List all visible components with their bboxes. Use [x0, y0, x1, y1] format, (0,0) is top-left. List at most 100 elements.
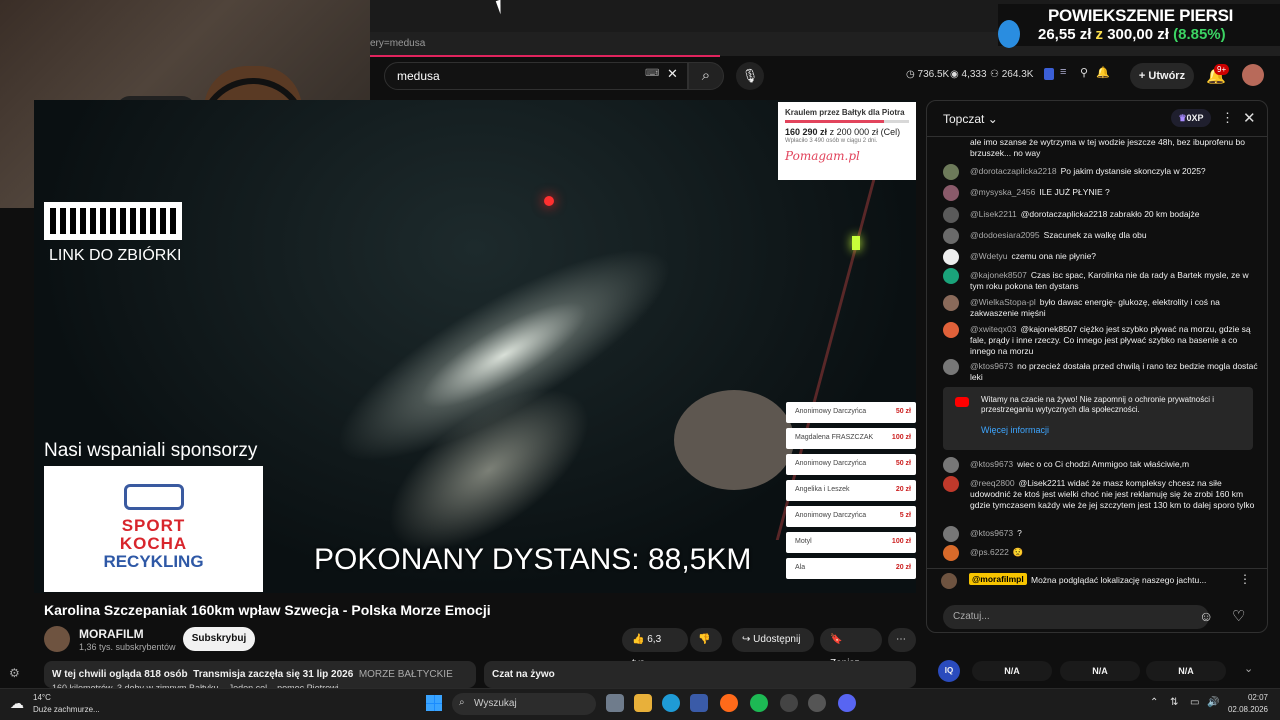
- donor-amount: 50 zł: [895, 408, 911, 415]
- donor-row: Ala 20 zł: [786, 558, 916, 579]
- extension-logo[interactable]: IQ: [938, 660, 960, 682]
- pinned-menu-icon[interactable]: ⋮: [1239, 572, 1251, 586]
- user-avatar[interactable]: [943, 249, 959, 265]
- obs-icon[interactable]: [780, 694, 798, 712]
- message-author[interactable]: @dorotaczaplicka2218: [970, 166, 1057, 176]
- donor-amount: 5 zł: [899, 512, 911, 519]
- fundraiser-brand: Pomagam.pl: [785, 149, 860, 163]
- taskbar-search[interactable]: ⌕ Wyszukaj: [452, 693, 596, 715]
- network-icon[interactable]: ⇅: [1170, 697, 1178, 708]
- search-input[interactable]: medusa ⌨ ✕: [384, 62, 688, 90]
- message-author[interactable]: @ktos9673: [970, 528, 1013, 538]
- arrow-icon: [998, 20, 1020, 48]
- store-icon[interactable]: [690, 694, 708, 712]
- volume-icon[interactable]: 🔊: [1207, 697, 1219, 708]
- keyboard-icon[interactable]: ⌨: [645, 68, 659, 79]
- channel-avatar[interactable]: [44, 626, 70, 652]
- message-author[interactable]: @WielkaStopa-pl: [970, 297, 1036, 307]
- pinned-author[interactable]: @morafilmpl: [969, 573, 1027, 585]
- extension-icon[interactable]: [1044, 68, 1054, 80]
- chat-input[interactable]: Czatuj...: [943, 605, 1209, 629]
- user-avatar[interactable]: [943, 457, 959, 473]
- create-button[interactable]: + Utwórz: [1130, 63, 1194, 89]
- chevron-down-icon: ⌄: [987, 112, 998, 126]
- alert-icon[interactable]: 🔔: [1096, 66, 1110, 79]
- task-view-icon[interactable]: [606, 694, 624, 712]
- xp-value: 0XP: [1186, 113, 1204, 123]
- list-icon[interactable]: ≡: [1060, 66, 1066, 78]
- discord-icon[interactable]: [838, 694, 856, 712]
- cloud-icon[interactable]: ☁: [10, 695, 24, 712]
- user-avatar[interactable]: [943, 228, 959, 244]
- emoji-icon[interactable]: ☺: [1199, 608, 1213, 624]
- user-avatar[interactable]: [943, 185, 959, 201]
- crown-icon: ♛: [1178, 113, 1187, 123]
- stat-subs: ⚇ 264.3K: [990, 69, 1033, 80]
- message-author[interactable]: @reeq2800: [970, 478, 1015, 488]
- stat-watchtime: ◷ 736.5K: [906, 69, 949, 80]
- user-avatar[interactable]: [943, 207, 959, 223]
- account-avatar[interactable]: [1242, 64, 1264, 86]
- donor-name: Anonimowy Darczyńca: [795, 512, 867, 519]
- user-avatar[interactable]: [943, 526, 959, 542]
- chevron-down-icon[interactable]: ⌄: [1244, 662, 1253, 675]
- video-player[interactable]: LINK DO ZBIÓRKI Nasi wspaniali sponsorzy…: [34, 100, 916, 593]
- channel-name[interactable]: MORAFILM: [79, 627, 144, 641]
- location-tag[interactable]: MORZE BAŁTYCKIE: [359, 669, 453, 680]
- donor-amount: 20 zł: [895, 486, 911, 493]
- weather-temp[interactable]: 14°C: [33, 693, 51, 702]
- user-avatar[interactable]: [943, 268, 959, 284]
- donor-name: Anonimowy Darczyńca: [795, 460, 867, 467]
- message-author[interactable]: @mysyska_2456: [970, 187, 1035, 197]
- sponsor-logo: SPORT KOCHA RECYKLING: [44, 466, 263, 592]
- message-author[interactable]: @Wdetyu: [970, 251, 1007, 261]
- bike-icon: [123, 484, 184, 510]
- close-icon[interactable]: ✕: [1243, 109, 1256, 127]
- chat-mode-dropdown[interactable]: Topczat ⌄: [943, 112, 998, 126]
- chat-menu-icon[interactable]: ⋮: [1221, 110, 1234, 126]
- message-author[interactable]: @kajonek8507: [970, 270, 1027, 280]
- gear-icon[interactable]: ⚙: [9, 666, 20, 680]
- weather-desc[interactable]: Duże zachmurze...: [33, 705, 100, 714]
- message-author[interactable]: @xwiteqx03: [970, 324, 1016, 334]
- user-avatar[interactable]: [943, 359, 959, 375]
- more-actions-button[interactable]: ⋯: [888, 628, 916, 652]
- clock-date[interactable]: 02.08.2026: [1222, 705, 1268, 714]
- more-info-link[interactable]: Więcej informacji: [981, 425, 1049, 435]
- xp-badge[interactable]: ♛0XP: [1171, 109, 1211, 127]
- message-author[interactable]: @ktos9673: [970, 361, 1013, 371]
- edge-icon[interactable]: [662, 694, 680, 712]
- windows-start-icon[interactable]: [426, 695, 442, 711]
- price-goal: 300,00 zł: [1107, 26, 1169, 43]
- file-explorer-icon[interactable]: [634, 694, 652, 712]
- user-avatar[interactable]: [943, 545, 959, 561]
- save-button[interactable]: 🔖 Zapisz: [820, 628, 882, 669]
- pin-icon[interactable]: ⚲: [1080, 66, 1088, 79]
- user-avatar[interactable]: [943, 322, 959, 338]
- chevron-up-icon[interactable]: ⌃: [1150, 697, 1158, 708]
- user-avatar[interactable]: [943, 295, 959, 311]
- share-button[interactable]: ↪ Udostępnij: [732, 628, 814, 652]
- sponsors-label: Nasi wspaniali sponsorzy: [44, 440, 258, 461]
- message-author[interactable]: @dodoesiara2095: [970, 230, 1040, 240]
- heart-icon[interactable]: ♡: [1232, 607, 1245, 625]
- monitor-icon[interactable]: ▭: [1190, 697, 1199, 708]
- settings-icon[interactable]: [808, 694, 826, 712]
- voice-search-button[interactable]: 🎙: [736, 62, 764, 90]
- live-chat-header[interactable]: Czat na żywo: [484, 661, 916, 688]
- message-author[interactable]: @Lisek2211: [970, 209, 1017, 219]
- message-author[interactable]: @ps.6222: [970, 547, 1009, 557]
- spotify-icon[interactable]: [750, 694, 768, 712]
- search-button[interactable]: ⌕: [688, 62, 724, 90]
- message-author[interactable]: @ktos9673: [970, 459, 1013, 469]
- pinned-text: Można podglądać lokalizację naszego jach…: [1031, 575, 1207, 585]
- subscribe-button[interactable]: Subskrybuj: [183, 627, 255, 651]
- clear-search-icon[interactable]: ✕: [667, 66, 678, 82]
- like-button[interactable]: 👍 6,3 tys.: [622, 628, 688, 669]
- user-avatar[interactable]: [943, 164, 959, 180]
- firefox-icon[interactable]: [720, 694, 738, 712]
- user-avatar[interactable]: [943, 476, 959, 492]
- donor-name: Magdalena FRASZCZAK: [795, 434, 874, 441]
- clock-time[interactable]: 02:07: [1228, 693, 1268, 702]
- dislike-button[interactable]: 👎: [690, 628, 722, 652]
